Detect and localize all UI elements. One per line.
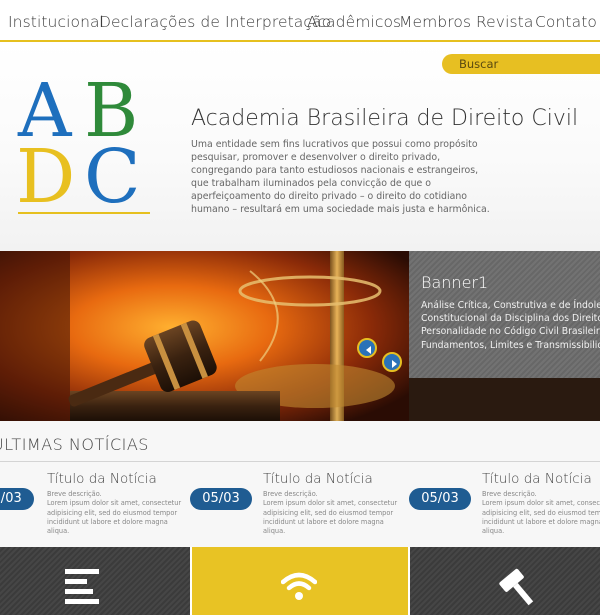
news-item[interactable]: 05/03 Título da Notícia Breve descrição.…: [409, 471, 600, 541]
news-summary: Breve descrição. Lorem ipsum dolor sit a…: [47, 490, 187, 536]
logo-underline: [18, 212, 150, 214]
news-summary-body: Lorem ipsum dolor sit amet, consectetur …: [47, 499, 182, 536]
gavel-icon: [499, 568, 534, 606]
tile-law[interactable]: [410, 547, 600, 615]
banner-caption-panel: Banner1 Análise Crítica, Construtiva e d…: [409, 251, 600, 378]
banner-description-line: Personalidade no Código Civil Brasileiro…: [421, 326, 600, 338]
news-summary-body: Lorem ipsum dolor sit amet, consectetur …: [482, 499, 600, 536]
nav-item-institucional[interactable]: Institucional: [8, 13, 104, 31]
top-navigation: Institucional Declarações de Interpretaç…: [0, 0, 600, 42]
news-summary-lead: Breve descrição.: [263, 490, 318, 498]
news-summary: Breve descrição. Lorem ipsum dolor sit a…: [482, 490, 600, 536]
news-date-badge: 05/03: [409, 488, 471, 510]
banner-title: Banner1: [421, 273, 489, 292]
site-description: Uma entidade sem fins lucrativos que pos…: [191, 139, 490, 215]
site-header: A B D C Academia Brasileira de Direito C…: [0, 42, 600, 251]
banner-slider: Banner1 Análise Crítica, Construtiva e d…: [0, 251, 600, 421]
nav-item-declaracoes[interactable]: Declarações de Interpretação: [99, 13, 331, 31]
search-input[interactable]: [459, 56, 595, 72]
slider-prev-button[interactable]: [357, 338, 377, 358]
slider-arrows: [355, 334, 403, 372]
news-title[interactable]: Título da Notícia: [263, 471, 373, 487]
news-summary-body: Lorem ipsum dolor sit amet, consectetur …: [263, 499, 398, 536]
news-summary: Breve descrição. Lorem ipsum dolor sit a…: [263, 490, 403, 536]
chevron-left-icon: [366, 346, 371, 354]
search-box[interactable]: [442, 54, 600, 74]
news-title[interactable]: Título da Notícia: [482, 471, 592, 487]
news-heading: ÚLTIMAS NOTÍCIAS: [0, 435, 149, 454]
slider-next-button[interactable]: [382, 352, 402, 372]
news-summary-lead: Breve descrição.: [47, 490, 102, 498]
logo-letter-c: C: [84, 134, 141, 220]
nav-item-contato[interactable]: Contato: [535, 13, 597, 31]
news-divider: [0, 461, 600, 462]
logo-letter-d: D: [16, 134, 76, 220]
nav-item-revista[interactable]: Revista: [476, 13, 533, 31]
news-date-badge: 05/03: [190, 488, 252, 510]
nav-item-membros[interactable]: Membros: [399, 13, 471, 31]
news-item[interactable]: 05/03 Título da Notícia Breve descrição.…: [190, 471, 397, 541]
banner-description-line: Constitucional da Disciplina dos Direito…: [421, 313, 600, 325]
news-date-badge: 05/03: [0, 488, 34, 510]
news-item[interactable]: 05/03 Título da Notícia Breve descrição.…: [0, 471, 200, 541]
news-summary-lead: Breve descrição.: [482, 490, 537, 498]
banner-description: Análise Crítica, Construtiva e de Índole…: [421, 299, 600, 352]
wifi-icon: [281, 572, 317, 600]
chevron-right-icon: [392, 360, 397, 368]
latest-news: ÚLTIMAS NOTÍCIAS 05/03 Título da Notícia…: [0, 421, 600, 547]
tile-menu[interactable]: [0, 547, 190, 615]
site-title: Academia Brasileira de Direito Civil: [191, 106, 579, 131]
menu-lines-icon: [65, 569, 99, 604]
banner-description-line: Fundamentos, Limites e Transmissibilidad…: [421, 339, 600, 351]
banner-description-line: Análise Crítica, Construtiva e de Índole: [421, 300, 600, 311]
site-logo[interactable]: A B D C: [14, 74, 154, 219]
tile-feed[interactable]: [192, 547, 408, 615]
banner-image: [0, 251, 409, 421]
news-title[interactable]: Título da Notícia: [47, 471, 157, 487]
nav-item-academicos[interactable]: Acadêmicos: [307, 13, 401, 31]
